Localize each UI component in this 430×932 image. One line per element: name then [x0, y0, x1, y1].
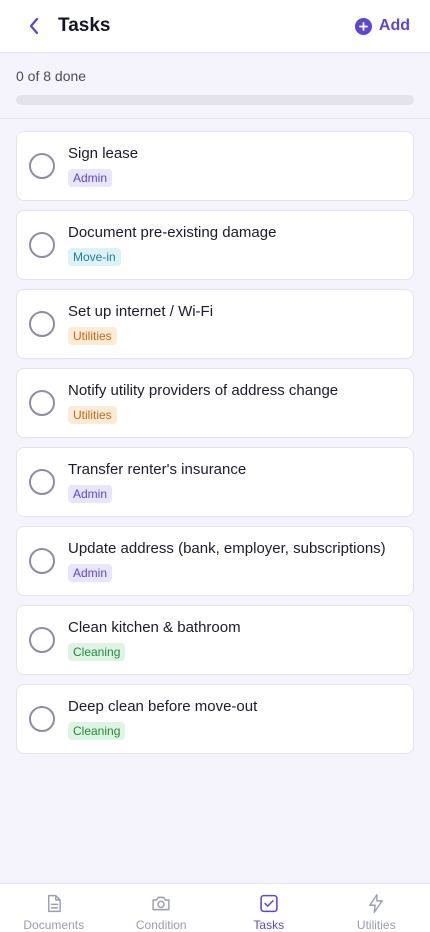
task-tag: Admin [68, 564, 113, 582]
header-left: Tasks [24, 15, 110, 37]
task-card[interactable]: Update address (bank, employer, subscrip… [16, 526, 414, 596]
progress-bar [16, 95, 414, 105]
camera-icon [152, 896, 170, 911]
bottom-nav: Documents Condition Tasks Utilities [0, 883, 430, 932]
task-body: Update address (bank, employer, subscrip… [68, 540, 386, 582]
progress-section: 0 of 8 done [0, 53, 430, 119]
task-body: Notify utility providers of address chan… [68, 382, 338, 424]
task-checkbox[interactable] [29, 706, 55, 732]
progress-text: 0 of 8 done [16, 68, 87, 84]
nav-item-condition[interactable]: Condition [108, 884, 216, 932]
task-tag: Cleaning [68, 643, 126, 661]
task-title: Update address (bank, employer, subscrip… [68, 540, 386, 557]
document-icon [47, 894, 61, 913]
back-button[interactable] [24, 16, 44, 36]
task-tag: Cleaning [68, 722, 126, 740]
task-checkbox[interactable] [29, 153, 55, 179]
task-checkbox[interactable] [29, 627, 55, 653]
task-card[interactable]: Notify utility providers of address chan… [16, 368, 414, 438]
task-body: Sign lease Admin [68, 145, 138, 187]
nav-item-documents[interactable]: Documents [0, 884, 108, 932]
task-card[interactable]: Clean kitchen & bathroom Cleaning [16, 605, 414, 675]
nav-item-tasks[interactable]: Tasks [215, 884, 323, 932]
header: Tasks Add [0, 0, 430, 53]
task-tag: Admin [68, 485, 113, 503]
add-label: Add [378, 17, 410, 34]
add-task-button[interactable]: Add [354, 17, 410, 35]
task-body: Clean kitchen & bathroom Cleaning [68, 619, 241, 661]
nav-item-utilities[interactable]: Utilities [323, 884, 430, 932]
task-title: Sign lease [68, 145, 139, 162]
task-tag: Admin [68, 169, 113, 187]
task-card[interactable]: Document pre-existing damage Move-in [16, 210, 414, 280]
task-card[interactable]: Transfer renter's insurance Admin [16, 447, 414, 517]
page-title: Tasks [58, 15, 111, 36]
checkbox-icon [260, 894, 278, 913]
task-checkbox[interactable] [29, 232, 55, 258]
lightning-icon [369, 894, 384, 913]
task-body: Document pre-existing damage Move-in [68, 224, 276, 266]
task-checkbox[interactable] [29, 469, 55, 495]
plus-circle-icon [354, 17, 372, 35]
task-body: Set up internet / Wi-Fi Utilities [68, 303, 213, 345]
task-checkbox[interactable] [29, 311, 55, 337]
task-title: Transfer renter's insurance [68, 461, 247, 478]
task-card[interactable]: Sign lease Admin [16, 131, 414, 201]
task-title: Set up internet / Wi-Fi [68, 303, 214, 320]
task-tag: Utilities [68, 327, 117, 345]
task-title: Document pre-existing damage [68, 224, 277, 241]
task-card[interactable]: Set up internet / Wi-Fi Utilities [16, 289, 414, 359]
task-list: Sign lease Admin Document pre-existing dam… [0, 119, 430, 754]
task-checkbox[interactable] [29, 390, 55, 416]
task-body: Transfer renter's insurance Admin [68, 461, 246, 503]
nav-label: Utilities [356, 918, 396, 932]
task-tag: Move-in [68, 248, 121, 266]
task-title: Deep clean before move-out [68, 698, 258, 715]
nav-label: Documents [23, 918, 85, 932]
nav-label: Tasks [253, 918, 285, 932]
task-title: Clean kitchen & bathroom [68, 619, 241, 636]
task-tag: Utilities [68, 406, 117, 424]
chevron-left-icon [29, 17, 39, 35]
task-card[interactable]: Deep clean before move-out Cleaning [16, 684, 414, 754]
task-checkbox[interactable] [29, 548, 55, 574]
nav-label: Condition [135, 918, 187, 932]
task-title: Notify utility providers of address chan… [68, 382, 339, 399]
task-body: Deep clean before move-out Cleaning [68, 698, 257, 740]
